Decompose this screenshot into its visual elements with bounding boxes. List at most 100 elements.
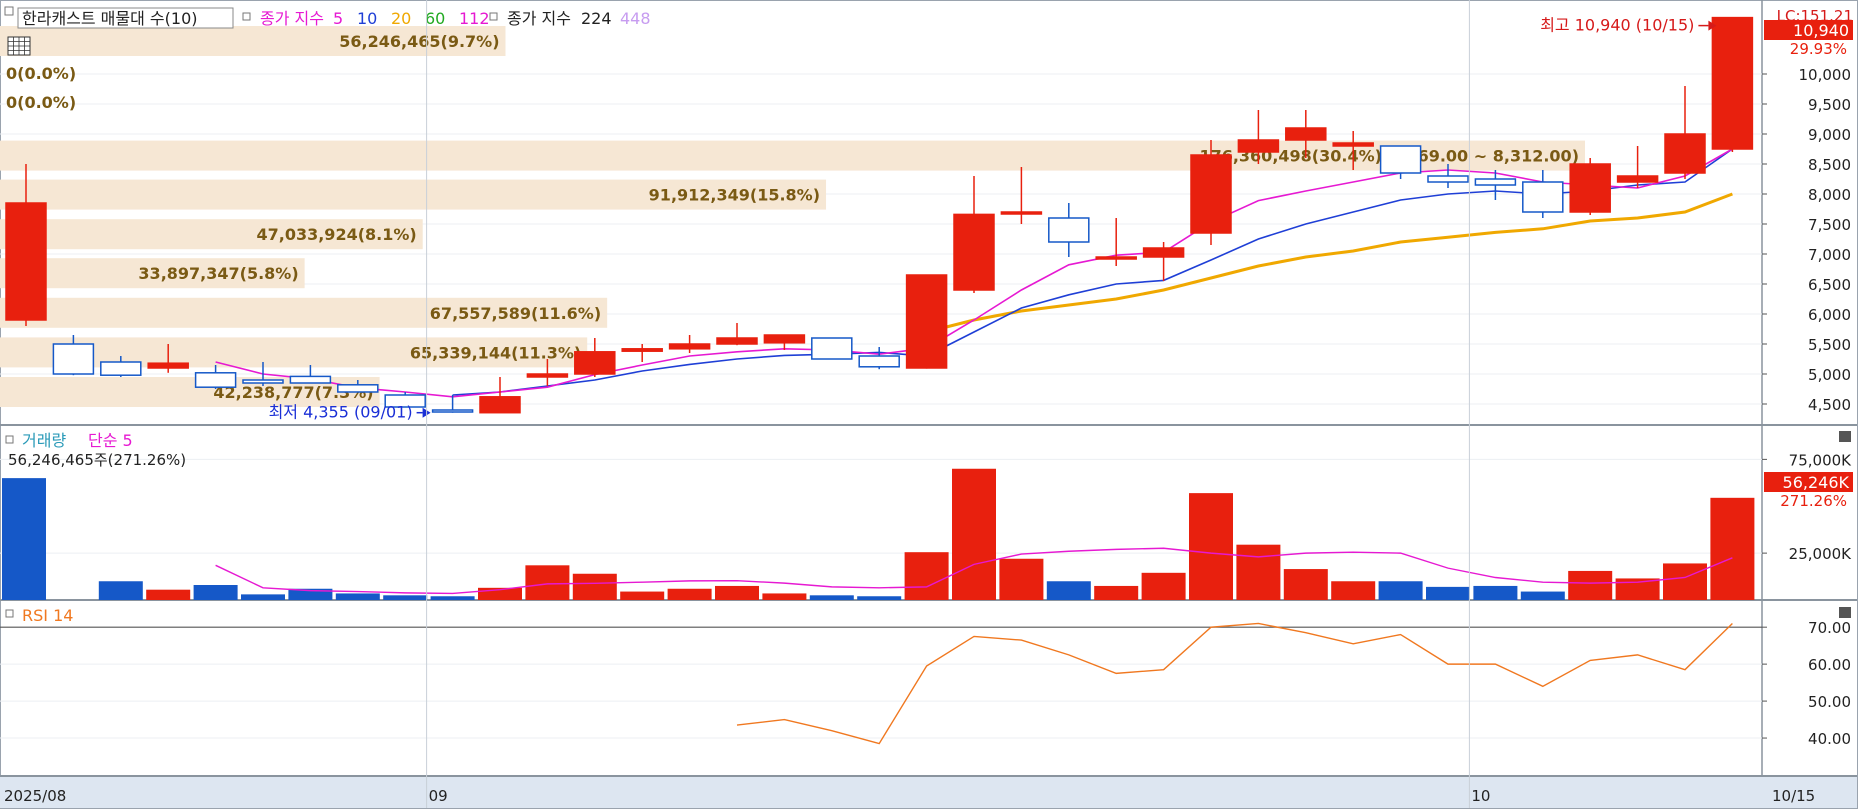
legend-marker-icon [242,12,251,21]
volume-bar [383,595,428,600]
volume-bar [762,593,807,600]
volume-bar [98,581,143,600]
ma-period-60: 60 [425,9,445,28]
ma-period-20: 20 [391,9,411,28]
volume-profile-label: 91,912,349(15.8%) [649,186,820,205]
volume-profile-label: 65,339,144(11.3%) [410,343,581,362]
legend-marker-icon [489,12,498,21]
rsi-tick-label: 60.00 [1808,656,1851,674]
volume-bar [952,468,996,600]
candle-body [1332,142,1374,147]
volume-change-pct: 271.26% [1780,492,1847,510]
y-tick-label: 8,500 [1808,156,1851,174]
volume-profile-label: 67,557,589(11.6%) [430,304,601,323]
volume-bar [193,585,238,600]
candle-body [858,355,900,368]
ma-period-448: 448 [620,9,651,28]
volume-bar [1283,569,1328,600]
volume-tag: 56,246K [1783,473,1850,492]
y-tick-label: 5,500 [1808,336,1851,354]
volume-bar [572,573,617,600]
volume-bar [2,478,46,600]
price-change-pct: 29.93% [1790,40,1847,58]
volume-bar [857,596,902,600]
volume-bar [1426,586,1470,600]
y-tick-label: 7,500 [1808,216,1851,234]
candle-body [1522,181,1564,213]
candle-body [1379,145,1422,174]
volume-bar [904,552,949,600]
legend-marker-icon [4,6,14,16]
volume-bar [1331,581,1376,600]
candle-body [100,361,142,376]
volume-bar [1189,493,1233,600]
ma-period-224: 224 [581,9,612,28]
x-label: 09 [429,787,448,805]
close-icon [1839,431,1851,442]
candle-body [905,274,948,369]
candle-body [1237,139,1280,153]
y-tick-label: 8,000 [1808,186,1851,204]
volume-bar [1710,497,1755,600]
volume-bar [1568,570,1613,600]
x-label: 10/15 [1772,787,1815,805]
candle-body [1285,127,1327,141]
candle-body [1000,211,1043,215]
volume-bar [335,593,380,600]
rsi-tick-label: 50.00 [1808,693,1851,711]
volume-ma-label: 단순 5 [88,431,133,450]
volume-bar [241,594,285,600]
x-axis-band [0,777,1857,808]
candle-body [1048,217,1090,243]
volume-bar [1520,591,1565,600]
candle-body [194,372,237,388]
legend-marker-icon [5,609,14,618]
y-tick-label: 7,000 [1808,246,1851,264]
ma-period-10: 10 [357,9,377,28]
legend-marker-icon [5,435,14,444]
stock-chart[interactable]: 56,246,465(9.7%)176,360,498(30.4%)(8,969… [0,0,1859,812]
volume-profile-label: 56,246,465(9.7%) [339,32,499,51]
y-tick-label: 5,000 [1808,366,1851,384]
candle-body [1569,163,1611,213]
candle-body [1427,175,1469,183]
candle-body [479,396,521,414]
x-label: 2025/08 [4,787,66,805]
candle-body [242,379,284,384]
candle-body [621,348,663,352]
candle-body [1616,175,1659,183]
candle-body [574,351,616,375]
price-tag: 10,940 [1793,21,1849,40]
candle-body [716,337,758,345]
y-tick-label: 10,000 [1799,66,1852,84]
candle-body [5,202,47,321]
candle-body [52,343,95,375]
candle-body [526,373,569,378]
ma-long-legend-label: 종가 지수 [507,9,571,28]
x-label: 10 [1471,787,1490,805]
volume-tick-label: 25,000K [1789,545,1852,563]
candle-body [1664,133,1706,174]
y-tick-label: 9,500 [1808,96,1851,114]
ma-legend-label: 종가 지수 [260,9,324,28]
price-pane-title: 한라캐스트 매물대 수(10) [22,9,198,28]
candle-body [147,362,189,369]
volume-bar [1094,585,1139,600]
volume-bar [146,589,191,600]
candle-body [431,409,474,413]
candle-body [1190,154,1232,234]
y-tick-label: 6,000 [1808,306,1851,324]
volume-bar [1046,581,1091,600]
volume-bar [1236,544,1281,600]
volume-bar [1141,572,1186,600]
volume-bar [430,596,475,600]
volume-title: 거래량 [22,431,66,450]
volume-bar [715,585,759,600]
volume-bar [809,595,854,600]
candle-body [337,384,379,393]
ma-period-112: 112 [459,9,490,28]
volume-bar [999,558,1044,600]
candle-body [1095,256,1137,260]
zero-volume-label: 0(0.0%) [6,64,76,83]
candle-body [668,343,711,350]
